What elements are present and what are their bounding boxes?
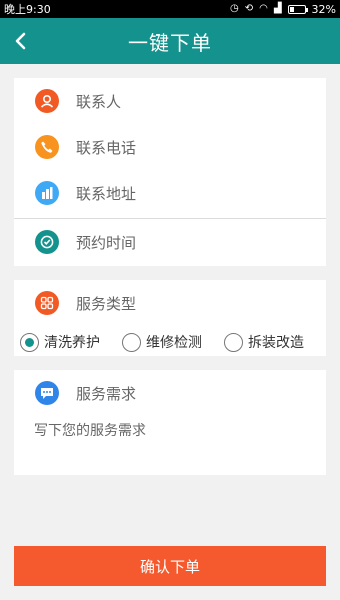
service-type-label: 服务类型 xyxy=(76,294,137,313)
service-type-header: 服务类型 xyxy=(14,280,326,326)
contact-name-field[interactable]: 联系人 xyxy=(14,78,326,124)
radio-option-cleaning[interactable]: 清洗养护 xyxy=(20,332,100,352)
grid-icon xyxy=(35,291,59,315)
confirm-order-button[interactable]: 确认下单 xyxy=(14,546,326,586)
wifi-icon: ◠ xyxy=(259,3,268,14)
service-type-card: 服务类型 清洗养护 维修检测 拆装改造 xyxy=(14,280,326,356)
appointment-time-field[interactable]: 预约时间 xyxy=(14,219,326,265)
radio-selected-dot xyxy=(25,337,34,347)
chevron-left-icon xyxy=(15,32,26,50)
clock-icon xyxy=(35,230,59,254)
alarm-icon: ◷ xyxy=(229,3,239,14)
person-icon xyxy=(35,89,59,113)
building-icon xyxy=(35,181,59,205)
contact-info-card: 联系人 联系电话 联系地址 预约时间 xyxy=(14,78,326,266)
service-needs-label: 服务需求 xyxy=(76,384,137,403)
radio-circle xyxy=(122,332,141,352)
status-time: 晚上9:30 xyxy=(4,3,51,16)
service-needs-card: 服务需求 写下您的服务需求 xyxy=(14,370,326,475)
radio-label: 拆装改造 xyxy=(248,335,304,351)
contact-name-label: 联系人 xyxy=(76,92,122,111)
chat-icon xyxy=(35,381,59,405)
contact-phone-label: 联系电话 xyxy=(76,138,137,157)
service-needs-input[interactable]: 写下您的服务需求 xyxy=(34,420,146,440)
page-title: 一键下单 xyxy=(128,30,212,55)
app-header: 一键下单 xyxy=(0,18,340,64)
battery-percent: 32% xyxy=(311,2,336,16)
contact-address-label: 联系地址 xyxy=(76,184,137,203)
radio-option-install[interactable]: 拆装改造 xyxy=(224,332,304,352)
service-type-options: 清洗养护 维修检测 拆装改造 xyxy=(14,330,326,356)
sync-icon: ⟲ xyxy=(244,3,254,14)
contact-phone-field[interactable]: 联系电话 xyxy=(14,124,326,170)
radio-label: 维修检测 xyxy=(146,335,202,351)
radio-circle xyxy=(20,332,39,352)
phone-icon xyxy=(35,135,59,159)
status-bar: 晚上9:30 ◷ ⟲ ◠ ▟ 32% xyxy=(0,0,340,18)
appointment-time-label: 预约时间 xyxy=(76,233,137,252)
radio-label: 清洗养护 xyxy=(44,335,100,351)
battery-icon xyxy=(287,4,308,14)
radio-circle xyxy=(224,332,243,352)
status-icons: ◷ ⟲ ◠ ▟ 32% xyxy=(230,3,336,16)
signal-icon: ▟ xyxy=(273,3,282,14)
back-button[interactable] xyxy=(6,26,36,56)
radio-option-repair[interactable]: 维修检测 xyxy=(122,332,202,352)
service-needs-header: 服务需求 xyxy=(14,370,326,416)
contact-address-field[interactable]: 联系地址 xyxy=(14,170,326,216)
